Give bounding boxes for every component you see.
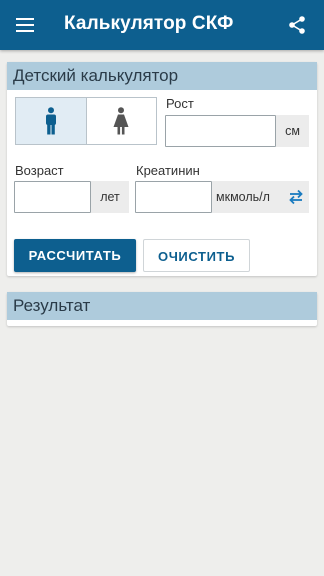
creatinine-field[interactable] <box>135 181 212 213</box>
swap-units-icon <box>289 189 303 205</box>
height-label: Рост <box>166 96 194 111</box>
app-title: Калькулятор СКФ <box>64 13 234 34</box>
age-field[interactable] <box>14 181 91 213</box>
age-label: Возраст <box>15 163 64 178</box>
clear-button[interactable]: ОЧИСТИТЬ <box>143 239 250 272</box>
hamburger-menu-icon[interactable] <box>16 18 34 32</box>
female-icon <box>113 107 129 135</box>
result-heading: Результат <box>7 292 317 320</box>
male-icon <box>45 107 56 135</box>
height-unit: см <box>276 115 309 147</box>
pediatric-calculator-card: Детский калькулятор Рост см Возраст лет <box>7 62 317 276</box>
height-field[interactable] <box>165 115 276 147</box>
age-input[interactable] <box>15 182 90 212</box>
creatinine-unit-toggle[interactable]: мкмоль/л <box>212 181 309 213</box>
height-input[interactable] <box>166 116 275 146</box>
creatinine-label: Креатинин <box>136 163 200 178</box>
creatinine-input[interactable] <box>136 182 211 212</box>
result-card: Результат <box>7 292 317 326</box>
creatinine-unit: мкмоль/л <box>216 190 270 204</box>
gender-selector <box>15 97 157 145</box>
calculator-heading: Детский калькулятор <box>7 62 317 90</box>
share-icon[interactable] <box>287 15 307 35</box>
age-unit: лет <box>91 181 129 213</box>
gender-female-option[interactable] <box>87 98 157 144</box>
app-bar: Калькулятор СКФ <box>0 0 324 50</box>
gender-male-option[interactable] <box>16 98 87 144</box>
calculate-button[interactable]: РАССЧИТАТЬ <box>14 239 136 272</box>
